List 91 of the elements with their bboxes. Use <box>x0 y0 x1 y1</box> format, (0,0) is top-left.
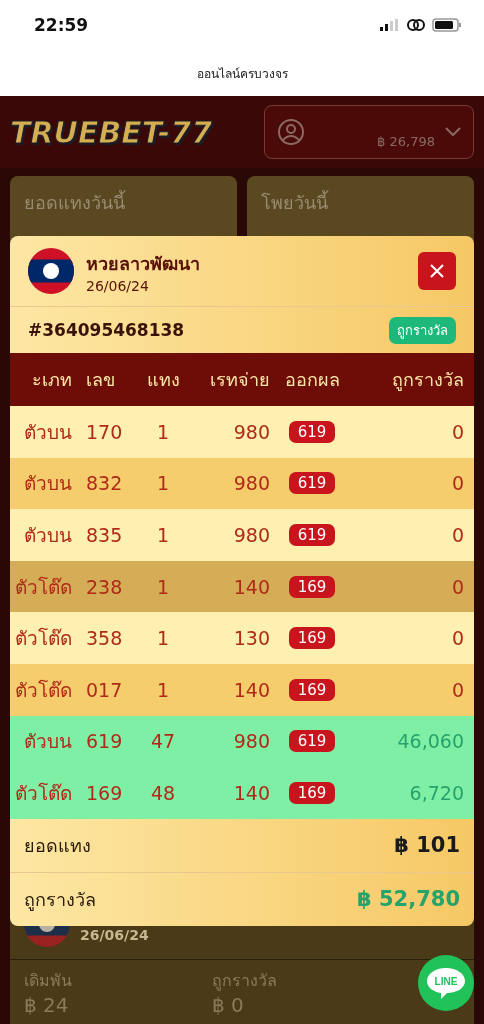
stat-label: เดิมพัน <box>24 970 73 992</box>
table-cell-text: ตัวบน <box>23 729 72 755</box>
total-label: ถูกรางวัล <box>24 887 96 913</box>
result-badge: 169 <box>288 678 336 701</box>
table-cell-text: 46,060 <box>396 730 465 753</box>
total-value: ฿ 101 <box>394 833 460 858</box>
stat-value: ฿ 24 <box>24 993 70 1017</box>
close-button[interactable] <box>418 252 456 290</box>
column-header: แทง <box>145 368 181 392</box>
column-header: ถูกรางวัล <box>391 368 465 393</box>
table-cell-text: 140 <box>232 575 270 598</box>
table-cell-text: 0 <box>450 627 465 650</box>
column-header: ะเภท <box>31 368 72 392</box>
status-badge: ถูกรางวัล <box>389 316 456 344</box>
column-header: เลข <box>85 368 116 392</box>
table-cell-text: ตัวบน <box>23 419 72 445</box>
table-cell-text: 0 <box>450 524 465 546</box>
result-badge: 169 <box>288 575 336 598</box>
battery-icon <box>432 18 462 32</box>
table-cell-text: 0 <box>450 575 465 598</box>
table-cell-text: 6,720 <box>408 781 465 804</box>
bet-row[interactable]: ตัวโต๊ด 358 1 130 169 0 <box>10 612 474 664</box>
link-icon <box>406 18 426 32</box>
user-icon <box>277 118 305 146</box>
table-cell-text: 1 <box>155 575 171 598</box>
table-cell-text: 0 <box>450 678 465 701</box>
bet-row[interactable]: ตัวโต๊ด 238 1 140 169 0 <box>10 560 474 613</box>
table-cell-text: 130 <box>232 627 270 650</box>
table-cell-text: 619 <box>85 730 124 753</box>
page-title: ออนไลน์ครบวงจร <box>196 65 288 83</box>
total-value: ฿ 52,780 <box>357 887 460 912</box>
stat-value: ฿ 0 <box>212 993 245 1017</box>
total-label: ยอดแทง <box>24 833 91 858</box>
bet-row[interactable]: ตัวโต๊ด 017 1 140 169 0 <box>10 663 474 716</box>
bet-row[interactable]: ตัวโต๊ด 169 48 140 169 6,720 <box>10 767 474 819</box>
table-cell-text: ตัวโต๊ด <box>14 574 72 600</box>
status-time: 22:59 <box>34 15 89 35</box>
table-cell-text: 1 <box>155 627 171 650</box>
stat-label: โพยวันนี้ <box>261 192 328 213</box>
table-cell-text: ตัวโต๊ด <box>14 780 72 806</box>
table-cell-text: ตัวโต๊ด <box>14 677 72 703</box>
dialog-title: หวยลาวพัฒนา <box>86 251 201 276</box>
dialog-date: 26/06/24 <box>86 277 150 294</box>
table-cell-text: 47 <box>149 730 177 753</box>
table-cell-text: 017 <box>85 678 124 701</box>
table-cell-text: ตัวบน <box>23 471 72 497</box>
logo: TRUEBET-77 <box>10 114 213 150</box>
bet-row[interactable]: ตัวบน 619 47 980 619 46,060 <box>10 715 474 768</box>
signal-icon <box>380 19 400 31</box>
table-cell-text: 169 <box>85 781 124 804</box>
column-header: เรทจ่าย <box>209 368 270 392</box>
chevron-down-icon <box>445 127 461 137</box>
table-cell-text: 1 <box>155 524 171 546</box>
table-cell-text: 170 <box>85 420 124 443</box>
table-cell-text: ตัวบน <box>23 523 72 548</box>
table-cell-text: 140 <box>232 678 270 701</box>
balance: ฿ 26,798 <box>376 132 435 149</box>
table-cell-text: 0 <box>450 472 465 495</box>
table-cell-text: 832 <box>85 472 124 495</box>
result-badge: 169 <box>288 627 336 650</box>
table-cell-text: 1 <box>155 420 171 443</box>
table-cell-text: 980 <box>232 524 270 546</box>
close-icon <box>429 263 445 279</box>
result-badge: 619 <box>288 472 336 495</box>
table-cell-text: 358 <box>85 627 124 650</box>
bet-row[interactable]: ตัวบน 832 1 980 619 0 <box>10 457 474 510</box>
ticket-date: 26/06/24 <box>80 926 149 943</box>
table-cell-text: ตัวโต๊ด <box>14 626 72 652</box>
column-header: ออกผล <box>283 368 341 392</box>
table-cell-text: 1 <box>155 678 171 701</box>
ticket-number: #364095468138 <box>28 320 185 340</box>
table-cell-text: 140 <box>232 781 270 804</box>
result-badge: 619 <box>288 730 336 753</box>
speech-bubble-icon <box>425 966 467 1000</box>
stat-label: ยอดแทงวันนี้ <box>24 192 125 213</box>
table-cell-text: 835 <box>85 524 124 546</box>
bet-row[interactable]: ตัวบน 835 1 980 619 0 <box>10 509 474 561</box>
result-badge: 619 <box>288 524 336 546</box>
laos-flag-icon <box>28 248 74 294</box>
table-cell-text: 1 <box>155 472 171 495</box>
result-badge: 619 <box>288 420 336 443</box>
result-badge: 169 <box>288 781 336 804</box>
table-cell-text: 0 <box>450 420 465 443</box>
table-cell-text: 980 <box>232 730 270 753</box>
table-cell-text: 238 <box>85 575 124 598</box>
stat-label: ถูกรางวัล <box>212 970 278 993</box>
table-cell-text: 980 <box>232 472 270 495</box>
bet-row[interactable]: ตัวบน 170 1 980 619 0 <box>10 406 474 458</box>
account-button[interactable]: ฿ 26,798 <box>264 105 474 159</box>
table-cell-text: 48 <box>149 781 177 804</box>
table-cell-text: 980 <box>232 420 270 443</box>
